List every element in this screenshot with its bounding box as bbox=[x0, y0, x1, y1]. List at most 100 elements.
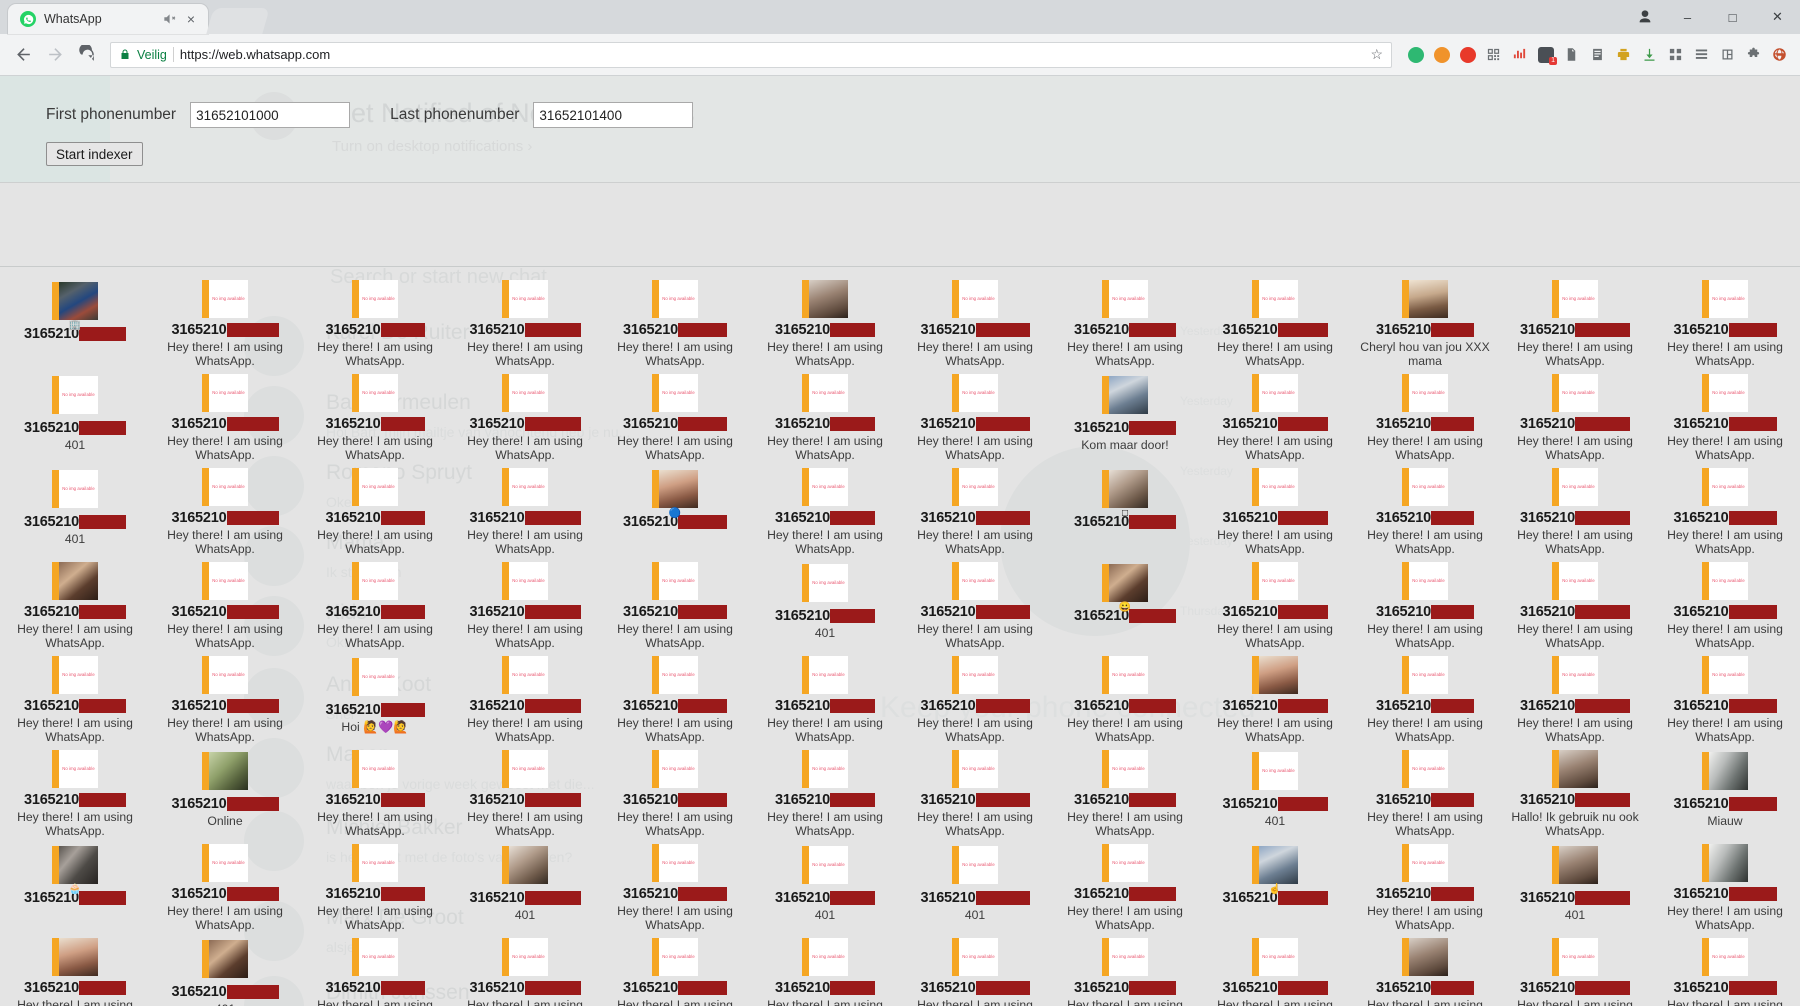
maximize-button[interactable]: □ bbox=[1710, 0, 1755, 34]
contact-cell[interactable]: 3165210 Hallo! Ik gebruik nu ook WhatsApp… bbox=[1500, 744, 1650, 838]
address-bar[interactable]: Veilig https://web.whatsapp.com ☆ bbox=[110, 41, 1392, 68]
reload-icon[interactable] bbox=[72, 40, 102, 70]
bookmark-star-icon[interactable]: ☆ bbox=[1370, 46, 1383, 63]
contact-cell[interactable]: No img available 3165210 Hey there! I am u… bbox=[300, 932, 450, 1006]
contact-cell[interactable]: No img available 3165210 Hey there! I am u… bbox=[0, 744, 150, 838]
contact-cell[interactable]: No img available 3165210 Hey there! I am u… bbox=[1650, 368, 1800, 462]
contact-cell[interactable]: No img available 3165210 Hey there! I am u… bbox=[150, 838, 300, 932]
contact-cell[interactable]: No img available 3165210 Hey there! I am u… bbox=[1200, 556, 1350, 650]
contact-cell[interactable]: No img available 3165210 Hey there! I am u… bbox=[300, 556, 450, 650]
close-window-button[interactable]: ✕ bbox=[1755, 0, 1800, 34]
contact-cell[interactable]: No img available 3165210 Hey there! I am u… bbox=[600, 838, 750, 932]
contact-cell[interactable]: No img available 3165210 Hey there! I am u… bbox=[1350, 744, 1500, 838]
contact-cell[interactable]: No img available 3165210 Hey there! I am u… bbox=[1500, 932, 1650, 1006]
document-icon[interactable] bbox=[1585, 42, 1610, 67]
contact-cell[interactable]: No img available 3165210 401 bbox=[1200, 744, 1350, 836]
user-account-icon[interactable] bbox=[1625, 0, 1665, 34]
contact-cell[interactable]: No img available 3165210 Hey there! I am u… bbox=[1650, 274, 1800, 368]
contact-cell[interactable]: 3165210 401 bbox=[150, 932, 300, 1006]
start-indexer-button[interactable]: Start indexer bbox=[46, 142, 143, 166]
contact-cell[interactable]: No img available 3165210 Hey there! I am u… bbox=[1350, 838, 1500, 932]
contact-cell[interactable]: 3165210 Hey there! I am using WhatsApp. bbox=[0, 556, 150, 650]
contact-cell[interactable]: No img available 3165210 Hey there! I am u… bbox=[600, 744, 750, 838]
contact-cell[interactable]: 3165210 Hey there! I am using WhatsApp. bbox=[1350, 932, 1500, 1006]
contact-cell[interactable]: No img available 3165210 Hey there! I am u… bbox=[900, 274, 1050, 368]
contact-cell[interactable]: ☝ 3165210 bbox=[1200, 838, 1350, 930]
contact-cell[interactable]: 3165210 Miauw bbox=[1650, 744, 1800, 836]
contact-cell[interactable]: No img available 3165210 Hey there! I am u… bbox=[300, 838, 450, 932]
contact-cell[interactable]: 🧁 3165210 bbox=[0, 838, 150, 930]
contact-cell[interactable]: 3165210 Hey there! I am using WhatsApp. bbox=[1200, 650, 1350, 744]
contact-cell[interactable]: No img available 3165210 Hey there! I am u… bbox=[300, 462, 450, 556]
contact-cell[interactable]: No img available 3165210 Hey there! I am u… bbox=[750, 932, 900, 1006]
contact-cell[interactable]: No img available 3165210 Hey there! I am u… bbox=[1050, 274, 1200, 368]
contact-cell[interactable]: 3165210 Online bbox=[150, 744, 300, 836]
first-phonenumber-input[interactable] bbox=[190, 102, 351, 128]
contact-cell[interactable]: No img available 3165210 Hey there! I am u… bbox=[1050, 650, 1200, 744]
contact-cell[interactable]: 🔵 3165210 bbox=[600, 462, 750, 554]
extension-badge-icon[interactable]: 1 bbox=[1533, 42, 1558, 67]
extension-orange-icon[interactable] bbox=[1429, 42, 1454, 67]
contact-cell[interactable]: 3165210 401 bbox=[450, 838, 600, 930]
contact-cell[interactable]: No img available 3165210 Hey there! I am u… bbox=[1050, 838, 1200, 932]
contact-cell[interactable]: No img available 3165210 Hey there! I am u… bbox=[750, 462, 900, 556]
contact-cell[interactable]: No img available 3165210 Hey there! I am u… bbox=[1050, 932, 1200, 1006]
contact-cell[interactable]: No img available 3165210 Hey there! I am u… bbox=[300, 274, 450, 368]
contact-cell[interactable]: No img available 3165210 Hey there! I am u… bbox=[900, 932, 1050, 1006]
contact-cell[interactable]: No img available 3165210 Hey there! I am u… bbox=[450, 556, 600, 650]
contact-cell[interactable]: 3165210 Kom maar door! bbox=[1050, 368, 1200, 460]
contact-cell[interactable]: No img available 3165210 Hey there! I am u… bbox=[750, 368, 900, 462]
contact-cell[interactable]: No img available 3165210 Hey there! I am u… bbox=[900, 368, 1050, 462]
contact-cell[interactable]: No img available 3165210 Hey there! I am u… bbox=[1200, 932, 1350, 1006]
contact-cell[interactable]: No img available 3165210 Hey there! I am u… bbox=[1350, 462, 1500, 556]
contact-cell[interactable]: No img available 3165210 Hey there! I am u… bbox=[1200, 368, 1350, 462]
printer-icon[interactable] bbox=[1611, 42, 1636, 67]
minimize-button[interactable]: – bbox=[1665, 0, 1710, 34]
contact-cell[interactable]: No img available 3165210 Hey there! I am u… bbox=[150, 556, 300, 650]
contact-cell[interactable]: 🏢 3165210 bbox=[0, 274, 150, 366]
contact-cell[interactable]: No img available 3165210 Hey there! I am u… bbox=[750, 744, 900, 838]
contact-cell[interactable]: No img available 3165210 Hey there! I am u… bbox=[1650, 462, 1800, 556]
list-icon[interactable] bbox=[1689, 42, 1714, 67]
contact-cell[interactable]: No img available 3165210 Hey there! I am u… bbox=[150, 274, 300, 368]
contact-cell[interactable]: No img available 3165210 Hey there! I am u… bbox=[1500, 556, 1650, 650]
contact-cell[interactable]: No img available 3165210 Hey there! I am u… bbox=[1200, 462, 1350, 556]
contact-cell[interactable]: No img available 3165210 Hey there! I am u… bbox=[600, 274, 750, 368]
puzzle-icon[interactable] bbox=[1741, 42, 1766, 67]
contact-cell[interactable]: □ 3165210 bbox=[1050, 462, 1200, 554]
contact-cell[interactable]: No img available 3165210 Hey there! I am u… bbox=[1650, 932, 1800, 1006]
download-icon[interactable] bbox=[1637, 42, 1662, 67]
contact-cell[interactable]: No img available 3165210 Hey there! I am u… bbox=[600, 932, 750, 1006]
extension-red-icon[interactable] bbox=[1455, 42, 1480, 67]
contact-cell[interactable]: No img available 3165210 Hey there! I am u… bbox=[1500, 650, 1650, 744]
contact-cell[interactable]: No img available 3165210 Hey there! I am u… bbox=[150, 462, 300, 556]
contact-cell[interactable]: No img available 3165210 Hey there! I am u… bbox=[1350, 650, 1500, 744]
contact-cell[interactable]: No img available 3165210 Hey there! I am u… bbox=[0, 650, 150, 744]
page-icon[interactable] bbox=[1559, 42, 1584, 67]
contact-cell[interactable]: No img available 3165210 Hey there! I am u… bbox=[750, 650, 900, 744]
contact-cell[interactable]: No img available 3165210 401 bbox=[750, 556, 900, 648]
contact-cell[interactable]: No img available 3165210 Hey there! I am u… bbox=[450, 274, 600, 368]
contact-cell[interactable]: No img available 3165210 Hey there! I am u… bbox=[600, 650, 750, 744]
contact-cell[interactable]: No img available 3165210 Hey there! I am u… bbox=[450, 462, 600, 556]
globe-icon[interactable] bbox=[1767, 42, 1792, 67]
contact-cell[interactable]: 3165210 Hey there! I am using WhatsApp. bbox=[750, 274, 900, 368]
contact-cell[interactable]: No img available 3165210 Hey there! I am u… bbox=[1200, 274, 1350, 368]
analytics-chart-icon[interactable] bbox=[1507, 42, 1532, 67]
contact-cell[interactable]: No img available 3165210 Hey there! I am u… bbox=[150, 368, 300, 462]
contact-cell[interactable]: No img available 3165210 Hoi 🙋💜🙋 bbox=[300, 650, 450, 742]
contact-cell[interactable]: No img available 3165210 Hey there! I am u… bbox=[150, 650, 300, 744]
contact-cell[interactable]: No img available 3165210 Hey there! I am u… bbox=[900, 462, 1050, 556]
board-icon[interactable] bbox=[1715, 42, 1740, 67]
contact-cell[interactable]: 3165210 Cheryl hou van jou XXX mama bbox=[1350, 274, 1500, 368]
contact-cell[interactable]: No img available 3165210 Hey there! I am u… bbox=[1350, 368, 1500, 462]
contact-cell[interactable]: No img available 3165210 Hey there! I am u… bbox=[1650, 650, 1800, 744]
contact-cell[interactable]: 3165210 401 bbox=[1500, 838, 1650, 930]
contact-cell[interactable]: 3165210 Hey there! I am using WhatsApp. bbox=[0, 932, 150, 1006]
contact-cell[interactable]: No img available 3165210 Hey there! I am u… bbox=[300, 744, 450, 838]
contact-cell[interactable]: No img available 3165210 Hey there! I am u… bbox=[450, 368, 600, 462]
contact-cell[interactable]: No img available 3165210 401 bbox=[0, 462, 150, 554]
contact-cell[interactable]: No img available 3165210 Hey there! I am u… bbox=[300, 368, 450, 462]
grid-icon[interactable] bbox=[1663, 42, 1688, 67]
tab-close-icon[interactable]: × bbox=[184, 12, 198, 26]
